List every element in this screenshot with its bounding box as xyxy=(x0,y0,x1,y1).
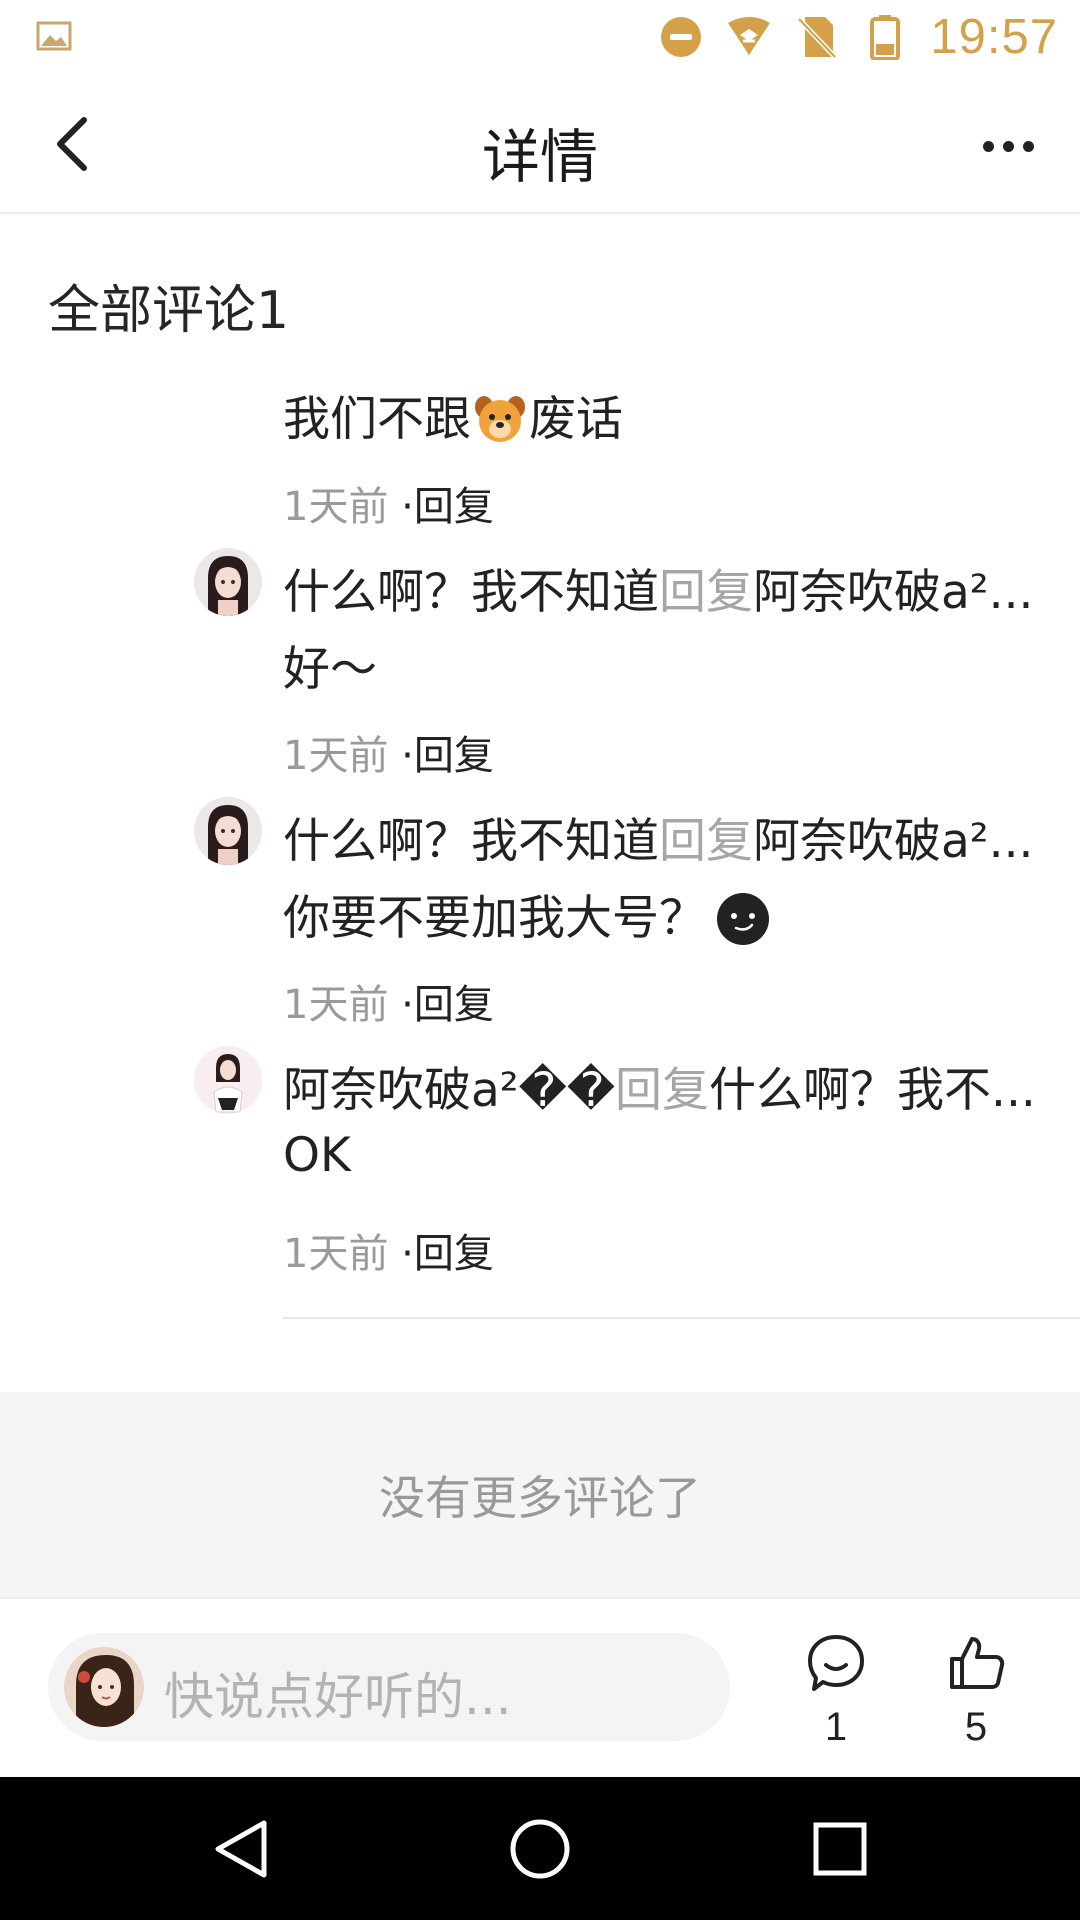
reply-target[interactable]: 什么啊？我不... xyxy=(709,1063,1036,1118)
reply-button[interactable]: ·回复 xyxy=(401,982,494,1028)
nav-home-button[interactable] xyxy=(498,1807,582,1891)
comments-heading: 全部评论1 xyxy=(48,281,290,341)
comment-author[interactable]: 什么啊？我不知道 xyxy=(283,814,659,869)
reply-button[interactable]: ·回复 xyxy=(401,1231,494,1277)
reply-button[interactable]: ·回复 xyxy=(401,733,494,779)
reply-button[interactable]: ·回复 xyxy=(401,484,494,530)
avatar[interactable] xyxy=(194,548,262,616)
comment-meta: 1天前 ·回复 xyxy=(283,972,494,1030)
nav-back-icon xyxy=(215,1820,267,1878)
reply-target[interactable]: 阿奈吹破a²... xyxy=(753,814,1033,869)
comment-input[interactable]: 快说点好听的... xyxy=(48,1633,730,1741)
more-button[interactable] xyxy=(970,118,1046,174)
smirk-face-emoji-icon xyxy=(717,893,769,945)
app-header: 详情 xyxy=(0,74,1080,214)
wifi-icon xyxy=(726,14,772,60)
image-icon xyxy=(36,18,72,54)
comment-text: OK xyxy=(283,1128,351,1183)
comment-time: 1天前 xyxy=(283,1231,389,1277)
dog-emoji-icon xyxy=(475,396,525,442)
nav-recents-button[interactable] xyxy=(798,1807,882,1891)
comment-meta: 1天前 ·回复 xyxy=(283,474,494,532)
input-placeholder: 快说点好听的... xyxy=(164,1668,512,1726)
comment-time: 1天前 xyxy=(283,733,389,779)
divider xyxy=(283,1317,1080,1319)
reply-target[interactable]: 阿奈吹破a²... xyxy=(753,565,1033,620)
comment-author[interactable]: 什么啊？我不知道 xyxy=(283,565,659,620)
more-dots-icon xyxy=(982,140,994,152)
comment-count: 1 xyxy=(824,1705,848,1749)
no-more-comments: 没有更多评论了 xyxy=(0,1392,1080,1597)
comment-count-button[interactable]: 1 xyxy=(786,1633,886,1750)
nav-home-icon xyxy=(510,1819,570,1879)
status-bar: 19:57 xyxy=(0,0,1080,74)
comment-time: 1天前 xyxy=(283,982,389,1028)
no-sim-icon xyxy=(794,14,840,60)
user-avatar xyxy=(64,1647,144,1727)
comment-time: 1天前 xyxy=(283,484,389,530)
reply-thread-line: 什么啊？我不知道回复阿奈吹破a²... xyxy=(283,565,1034,620)
nav-recents-icon xyxy=(813,1822,867,1876)
page-title: 详情 xyxy=(481,123,598,191)
thumbs-up-icon xyxy=(950,1637,1005,1689)
comment-bubble-icon xyxy=(808,1635,864,1691)
comment-author[interactable]: 阿奈吹破a²�� xyxy=(283,1063,615,1118)
comment-text: 我们不跟 废话 xyxy=(283,392,623,447)
like-button[interactable]: 5 xyxy=(926,1633,1026,1750)
nav-back-button[interactable] xyxy=(198,1807,282,1891)
comment-text: 好～ xyxy=(283,642,377,697)
clock-time: 19:57 xyxy=(930,10,1058,64)
avatar[interactable] xyxy=(194,1046,262,1114)
comment-meta: 1天前 ·回复 xyxy=(283,1221,494,1279)
reply-thread-line: 什么啊？我不知道回复阿奈吹破a²... xyxy=(283,814,1034,869)
reply-thread-line: 阿奈吹破a²��回复什么啊？我不... xyxy=(283,1063,1036,1118)
battery-icon xyxy=(862,14,908,60)
like-count: 5 xyxy=(964,1705,988,1749)
do-not-disturb-icon xyxy=(658,14,704,60)
comment-text: 你要不要加我大号？ xyxy=(283,879,770,948)
comment-input-bar: 快说点好听的... 1 5 xyxy=(0,1597,1080,1777)
system-nav-bar xyxy=(0,1777,1080,1920)
avatar[interactable] xyxy=(194,797,262,865)
comment-meta: 1天前 ·回复 xyxy=(283,723,494,781)
